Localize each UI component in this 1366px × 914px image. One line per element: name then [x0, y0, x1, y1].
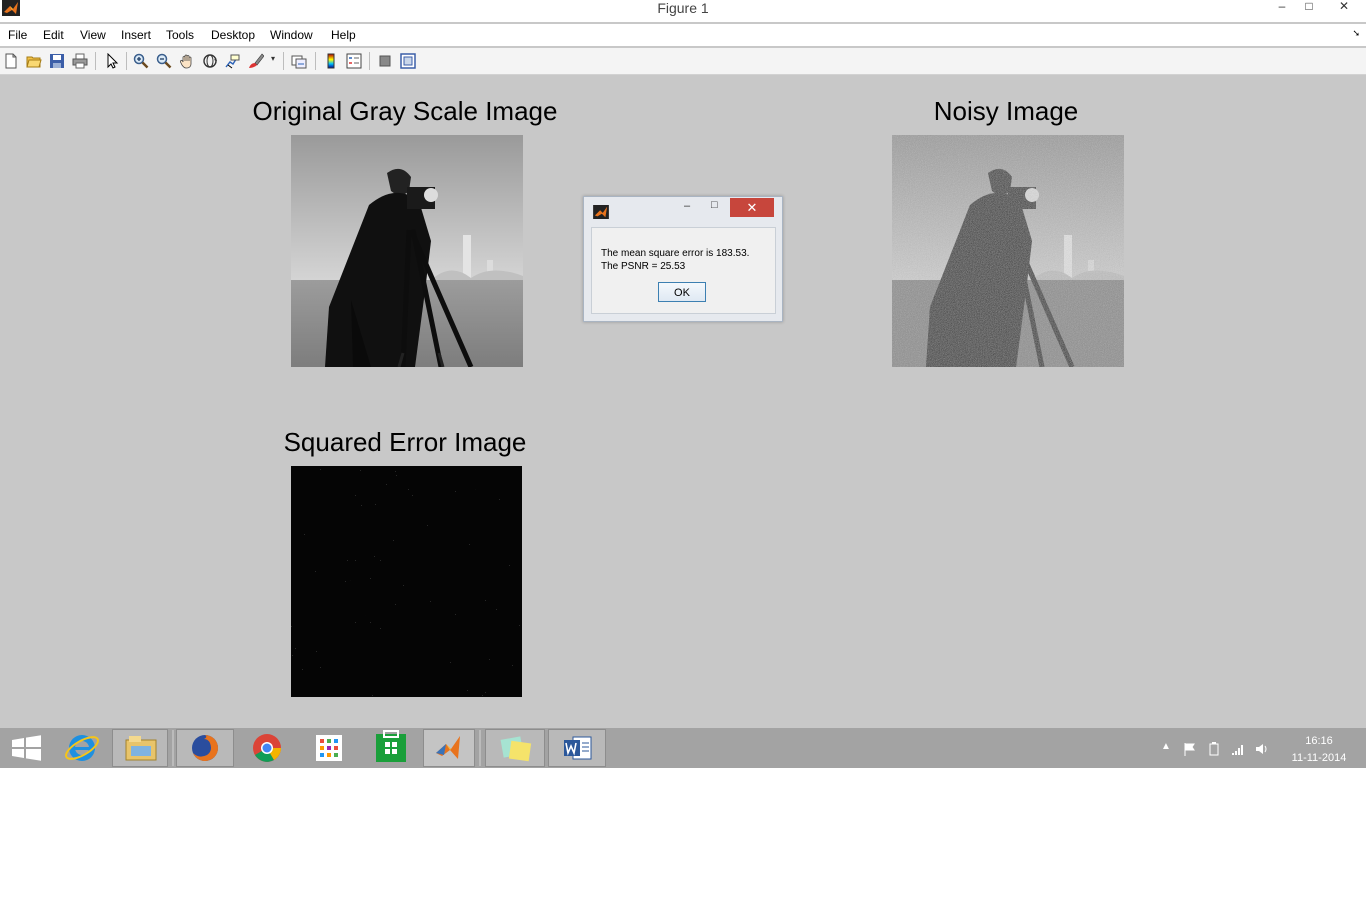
start-icon[interactable] — [8, 729, 44, 767]
pan-icon[interactable] — [179, 53, 195, 69]
taskbar-separator — [172, 730, 174, 766]
dialog-close-button[interactable]: ✕ — [730, 198, 774, 217]
toolbar-separator — [95, 52, 96, 70]
squared-error-image-title: Squared Error Image — [283, 427, 527, 457]
toolbar-separator — [315, 52, 316, 70]
firefox-icon — [192, 735, 218, 761]
clock-date: 11-11-2014 — [1291, 752, 1347, 764]
open-file-icon[interactable] — [26, 53, 42, 69]
dialog-message: The mean square error is 183.53. The PSN… — [601, 247, 749, 273]
internet-explorer-icon[interactable] — [58, 729, 106, 767]
original-gray-scale-image — [291, 135, 523, 367]
word-icon — [564, 736, 592, 760]
toolbar-separator — [283, 52, 284, 70]
menu-file[interactable]: File — [8, 28, 27, 42]
message-dialog: – □ ✕ The mean square error is 183.53. T… — [583, 196, 783, 322]
file-explorer-icon — [125, 736, 157, 761]
colorbar-icon[interactable] — [323, 53, 339, 69]
menu-insert[interactable]: Insert — [121, 28, 151, 42]
dialog-minimize-button[interactable]: – — [684, 200, 690, 212]
menu-desktop[interactable]: Desktop — [211, 28, 255, 42]
minimize-button[interactable]: – — [1268, 0, 1296, 16]
noisy-image-title: Noisy Image — [933, 96, 1079, 126]
sticky-notes-button[interactable] — [485, 729, 545, 767]
file-explorer-button[interactable] — [112, 729, 168, 767]
action-center-flag-icon[interactable] — [1183, 742, 1197, 756]
zoom-out-icon[interactable] — [156, 53, 172, 69]
firefox-button[interactable] — [176, 729, 234, 767]
new-figure-icon[interactable] — [3, 53, 19, 69]
figure-toolbar: ▾ — [0, 48, 1366, 75]
legend-icon[interactable] — [346, 53, 362, 69]
psnr-text: The PSNR = 25.53 — [601, 261, 686, 272]
menu-dock-arrow-icon[interactable]: ➘ — [1352, 28, 1360, 39]
maximize-button[interactable]: □ — [1295, 0, 1323, 16]
menu-view[interactable]: View — [80, 28, 106, 42]
dialog-maximize-button[interactable]: □ — [711, 199, 718, 211]
menu-bar: File Edit View Insert Tools Desktop Wind… — [0, 24, 1366, 46]
matlab-icon — [436, 736, 460, 759]
ok-button[interactable]: OK — [658, 282, 706, 302]
save-icon[interactable] — [49, 53, 65, 69]
print-icon[interactable] — [72, 53, 88, 69]
data-cursor-icon[interactable] — [225, 53, 241, 69]
menu-help[interactable]: Help — [331, 28, 356, 42]
network-signal-icon[interactable] — [1231, 742, 1245, 756]
pointer-icon[interactable] — [104, 53, 120, 69]
noisy-image — [892, 135, 1124, 367]
squared-error-image — [291, 466, 522, 697]
matlab-taskbar-button[interactable] — [423, 729, 475, 767]
original-image-title: Original Gray Scale Image — [252, 96, 558, 126]
menu-window[interactable]: Window — [270, 28, 313, 42]
matlab-icon — [593, 205, 609, 219]
brush-icon[interactable] — [248, 53, 264, 69]
window-title: Figure 1 — [657, 0, 709, 16]
dialog-body: The mean square error is 183.53. The PSN… — [591, 227, 776, 314]
close-button[interactable]: ✕ — [1322, 0, 1366, 16]
store-icon[interactable] — [366, 729, 416, 767]
menu-tools[interactable]: Tools — [166, 28, 194, 42]
toolbar-separator — [369, 52, 370, 70]
rotate-3d-icon[interactable] — [202, 53, 218, 69]
link-plot-icon[interactable] — [291, 53, 307, 69]
hide-plot-tools-icon[interactable] — [377, 53, 393, 69]
volume-icon[interactable] — [1255, 742, 1269, 756]
brush-dropdown-icon[interactable]: ▾ — [271, 54, 275, 63]
title-bar[interactable]: Figure 1 – □ ✕ — [0, 0, 1366, 22]
show-plot-tools-icon[interactable] — [400, 53, 416, 69]
power-battery-icon[interactable] — [1207, 742, 1221, 756]
show-hidden-icons-icon[interactable]: ▲ — [1161, 741, 1171, 752]
apps-grid-icon[interactable] — [304, 729, 354, 767]
word-button[interactable] — [548, 729, 606, 767]
taskbar-separator — [479, 730, 481, 766]
toolbar-separator — [126, 52, 127, 70]
figure-window: Figure 1 – □ ✕ File Edit View Insert Too… — [0, 0, 1366, 728]
zoom-in-icon[interactable] — [133, 53, 149, 69]
taskbar: ▲ — [0, 728, 1366, 768]
mse-text: The mean square error is 183.53. — [601, 248, 750, 259]
chrome-icon[interactable] — [242, 729, 292, 767]
menu-edit[interactable]: Edit — [43, 28, 64, 42]
sticky-notes-icon — [500, 736, 532, 762]
system-clock[interactable]: 16:16 11-11-2014 — [1290, 733, 1348, 767]
clock-time: 16:16 — [1305, 735, 1333, 747]
